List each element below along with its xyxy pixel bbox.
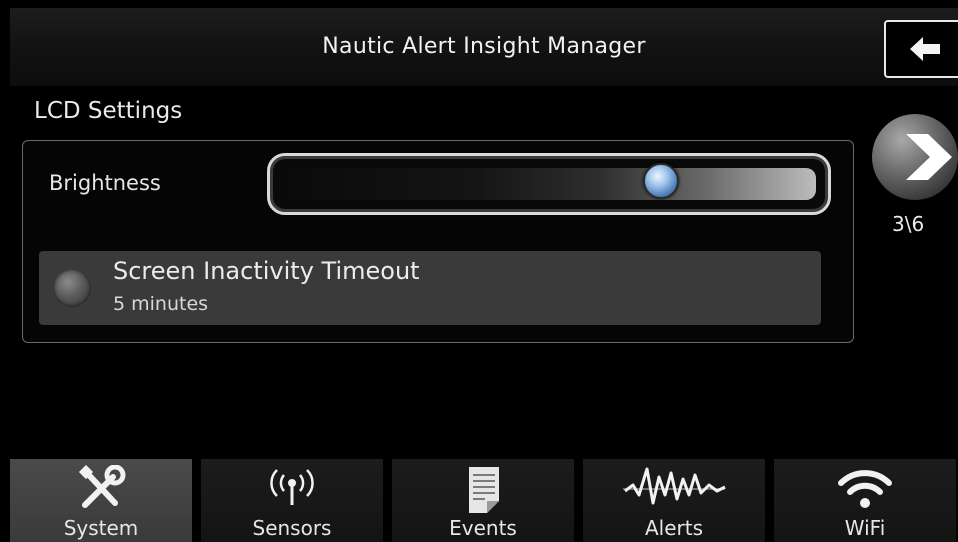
app-title: Nautic Alert Insight Manager: [322, 34, 646, 59]
page-indicator: 3\6: [892, 212, 925, 236]
wifi-icon: [838, 470, 892, 508]
bottom-nav-bar: System Sensors Events Alerts WiFi: [10, 459, 958, 542]
tab-label: Sensors: [252, 516, 332, 540]
timeout-title: Screen Inactivity Timeout: [113, 257, 420, 285]
tab-wifi[interactable]: WiFi: [774, 459, 956, 542]
antenna-icon: [270, 469, 314, 505]
brightness-track[interactable]: [282, 168, 816, 200]
waveform-icon: [623, 467, 726, 505]
screen-timeout-setting[interactable]: Screen Inactivity Timeout 5 minutes: [39, 251, 821, 325]
tab-label: WiFi: [844, 516, 886, 540]
brightness-slider-handle[interactable]: [643, 163, 680, 199]
timeout-value: 5 minutes: [113, 293, 209, 315]
tab-system[interactable]: System: [10, 459, 192, 542]
tab-events[interactable]: Events: [392, 459, 574, 542]
chevron-right-icon: [906, 134, 952, 180]
tab-label: Alerts: [644, 516, 704, 540]
lcd-settings-panel: Brightness Screen Inactivity Timeout 5 m…: [22, 140, 854, 343]
wrench-screwdriver-icon: [78, 465, 126, 508]
round-led-icon: [53, 269, 91, 307]
back-button[interactable]: [884, 20, 958, 78]
next-page-button[interactable]: [872, 114, 958, 200]
arrow-left-icon: [910, 37, 940, 61]
brightness-slider[interactable]: [267, 153, 831, 215]
section-title: LCD Settings: [34, 98, 183, 124]
header-bar: Nautic Alert Insight Manager: [10, 8, 958, 86]
tab-sensors[interactable]: Sensors: [201, 459, 383, 542]
brightness-label: Brightness: [49, 171, 161, 195]
tab-alerts[interactable]: Alerts: [583, 459, 765, 542]
tab-label: Events: [449, 516, 517, 540]
tab-label: System: [63, 516, 139, 540]
document-icon: [469, 467, 499, 513]
app-screen: Nautic Alert Insight Manager LCD Setting…: [0, 0, 958, 542]
